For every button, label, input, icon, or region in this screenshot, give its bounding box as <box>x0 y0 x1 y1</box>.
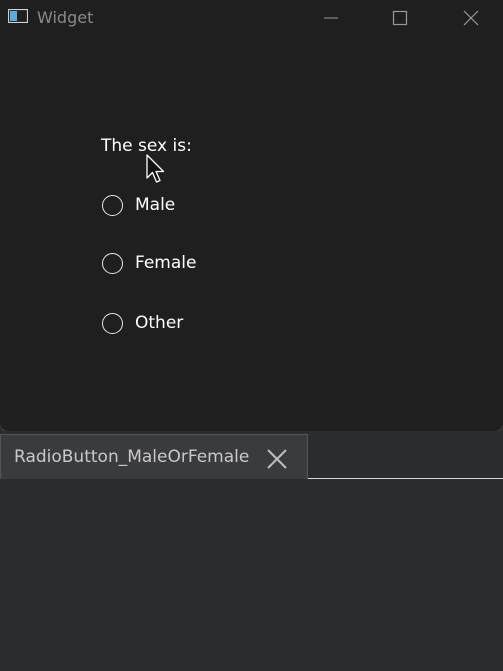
radio-male[interactable]: Male <box>102 192 175 218</box>
app-window-icon <box>8 9 28 23</box>
radio-female[interactable]: Female <box>102 250 196 276</box>
mouse-cursor-icon <box>146 154 165 183</box>
close-button[interactable] <box>448 0 494 36</box>
radio-circle-male[interactable] <box>102 194 123 216</box>
radio-label-male[interactable]: Male <box>135 194 175 216</box>
tab-radiobutton-maleorfemale[interactable]: RadioButton_MaleOrFemale <box>0 434 308 479</box>
maximize-button[interactable] <box>377 0 423 36</box>
close-icon <box>463 10 479 26</box>
maximize-icon <box>392 10 408 26</box>
window-title: Widget <box>37 8 94 27</box>
content-area <box>0 479 503 671</box>
radio-label-female[interactable]: Female <box>135 252 196 274</box>
title-bar[interactable]: Widget <box>0 0 503 36</box>
radio-label-other[interactable]: Other <box>135 312 183 334</box>
tab-close-button[interactable] <box>265 447 289 471</box>
minimize-icon <box>324 17 338 19</box>
radio-other[interactable]: Other <box>102 310 183 336</box>
radio-circle-female[interactable] <box>102 252 123 274</box>
app-window: Widget The sex is: Male Female Other <box>0 0 503 431</box>
close-icon <box>267 449 287 469</box>
minimize-button[interactable] <box>308 0 354 36</box>
tab-bar: RadioButton_MaleOrFemale <box>0 431 503 479</box>
tab-label: RadioButton_MaleOrFemale <box>14 447 250 467</box>
radio-circle-other[interactable] <box>102 312 123 334</box>
